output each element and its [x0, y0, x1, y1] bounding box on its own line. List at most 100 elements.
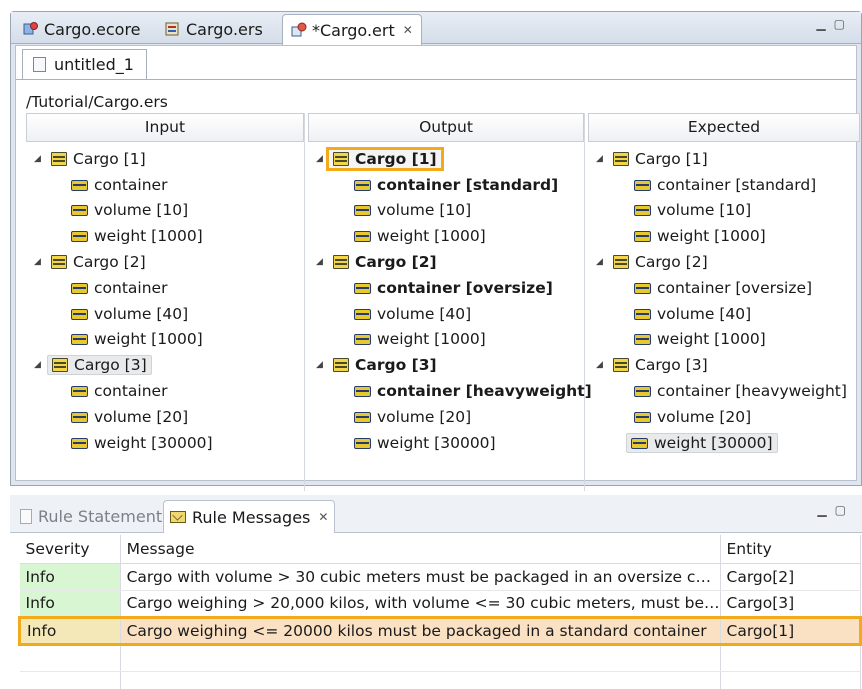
tree-node-attribute[interactable]: volume [20]	[634, 405, 751, 429]
expand-arrow-icon[interactable]: ◢	[34, 360, 46, 370]
tab-cargo-ert[interactable]: *Cargo.ert ✕	[282, 14, 422, 45]
tree-node-attribute[interactable]: weight [1000]	[354, 327, 486, 351]
output-column-header[interactable]: Output	[308, 113, 584, 142]
tree-node-attribute[interactable]: container	[71, 173, 167, 197]
class-icon	[613, 152, 629, 166]
tree-node-attribute[interactable]: weight [30000]	[354, 431, 496, 455]
editor-body: untitled_1 /Tutorial/Cargo.ers Input ◢ Ca…	[15, 45, 860, 491]
tree-node-attribute[interactable]: container [heavyweight]	[634, 379, 847, 403]
maximize-icon[interactable]: ▢	[835, 503, 854, 517]
close-icon[interactable]: ✕	[318, 510, 328, 524]
table-row[interactable]: Info Cargo weighing > 20,000 kilos, with…	[19, 590, 862, 618]
expand-arrow-icon[interactable]: ◢	[596, 154, 608, 164]
tree-node-attribute[interactable]: container [standard]	[354, 173, 558, 197]
tree-node-attribute[interactable]: weight [30000]	[71, 431, 213, 455]
tree-node-attribute[interactable]: container	[71, 379, 167, 403]
tab-rule-statements[interactable]: Rule Statements	[14, 500, 176, 533]
attribute-icon	[71, 230, 88, 242]
attribute-icon	[71, 282, 88, 294]
view-window-controls: ▁▢	[817, 503, 854, 517]
highlighted-node[interactable]: Cargo [1]	[326, 147, 444, 171]
tree-node-attribute[interactable]: volume [10]	[634, 198, 751, 222]
tree-node-cargo[interactable]: ◢ Cargo [2]	[34, 250, 146, 274]
attribute-icon	[71, 204, 88, 216]
expected-column-header[interactable]: Expected	[588, 113, 860, 142]
tree-node-attribute[interactable]: container [heavyweight]	[354, 379, 592, 403]
tree-node-attribute[interactable]: volume [40]	[354, 302, 471, 326]
attribute-icon	[354, 204, 371, 216]
entity-column-header[interactable]: Entity	[720, 535, 862, 564]
attribute-icon	[71, 308, 88, 320]
tree-node-attribute[interactable]: weight [1000]	[634, 327, 766, 351]
minimize-icon[interactable]: ▁	[817, 503, 834, 517]
output-column: Output ◢ Cargo [1] container [standard] v…	[308, 113, 592, 491]
tree-node-attribute[interactable]: container [oversize]	[354, 276, 553, 300]
tree-node-cargo[interactable]: ◢ Cargo [2]	[596, 250, 708, 274]
input-column: Input ◢ Cargo [1] container volume [10] w…	[26, 113, 305, 491]
message-column-header[interactable]: Message	[120, 535, 721, 564]
entity-cell: Cargo[1]	[720, 615, 862, 646]
tree-node-cargo[interactable]: ◢ Cargo [3]	[34, 353, 152, 377]
tab-cargo-ers[interactable]: Cargo.ers	[157, 14, 271, 44]
table-row-selected[interactable]: Info Cargo weighing <= 20000 kilos must …	[18, 615, 862, 646]
expand-arrow-icon[interactable]: ◢	[34, 154, 46, 164]
table-row[interactable]: Info Cargo with volume > 30 cubic meters…	[19, 563, 862, 591]
tree-node-attribute[interactable]: volume [40]	[71, 302, 188, 326]
tab-rule-messages[interactable]: Rule Messages ✕	[163, 500, 336, 533]
tree-node-attribute[interactable]: container	[71, 276, 167, 300]
expected-column: Expected ◢ Cargo [1] container [standard]…	[588, 113, 860, 491]
tree-node-cargo[interactable]: ◢ Cargo [1]	[596, 147, 708, 171]
expand-arrow-icon[interactable]: ◢	[596, 360, 608, 370]
tab-cargo-ecore[interactable]: Cargo.ecore	[15, 14, 149, 44]
tree-node-attribute[interactable]: volume [10]	[71, 198, 188, 222]
class-icon	[333, 152, 349, 166]
tree-node-cargo[interactable]: ◢ Cargo [3]	[596, 353, 708, 377]
attribute-icon	[71, 333, 88, 345]
document-icon	[20, 509, 32, 524]
class-icon	[52, 358, 68, 372]
attribute-icon	[354, 308, 371, 320]
severity-column-header[interactable]: Severity	[19, 535, 121, 564]
tree-node-cargo[interactable]: ◢ Cargo [3]	[316, 353, 437, 377]
tree-node-attribute[interactable]: container [oversize]	[634, 276, 812, 300]
class-icon	[613, 255, 629, 269]
selected-node[interactable]: Cargo [3]	[47, 355, 152, 375]
tree-node-attribute[interactable]: volume [10]	[354, 198, 471, 222]
editor-area: Cargo.ecore Cargo.ers *Cargo.ert ✕ ▁▢ un…	[10, 11, 862, 491]
expand-arrow-icon[interactable]: ◢	[316, 154, 328, 164]
tree-node-cargo[interactable]: ◢ Cargo [2]	[316, 250, 437, 274]
test-columns: Input ◢ Cargo [1] container volume [10] w…	[26, 113, 860, 491]
selected-node[interactable]: weight [30000]	[626, 433, 778, 453]
message-cell: Cargo weighing > 20,000 kilos, with volu…	[120, 590, 721, 618]
expand-arrow-icon[interactable]: ◢	[596, 257, 608, 267]
severity-cell: Info	[19, 590, 121, 618]
expand-arrow-icon[interactable]: ◢	[316, 360, 328, 370]
tree-node-cargo[interactable]: ◢ Cargo [1]	[34, 147, 146, 171]
class-icon	[51, 255, 67, 269]
class-icon	[333, 358, 349, 372]
tab-untitled-1[interactable]: untitled_1	[22, 49, 147, 79]
tree-node-attribute[interactable]: volume [40]	[634, 302, 751, 326]
tree-node-cargo[interactable]: ◢ Cargo [1]	[316, 147, 444, 171]
attribute-icon	[634, 308, 651, 320]
tree-node-attribute[interactable]: weight [1000]	[71, 327, 203, 351]
minimize-icon[interactable]: ▁	[816, 17, 833, 31]
message-cell: Cargo with volume > 30 cubic meters must…	[120, 563, 721, 591]
tree-node-attribute[interactable]: volume [20]	[354, 405, 471, 429]
maximize-icon[interactable]: ▢	[834, 17, 853, 31]
tree-node-attribute[interactable]: weight [30000]	[626, 431, 778, 455]
tree-node-attribute[interactable]: volume [20]	[71, 405, 188, 429]
expand-arrow-icon[interactable]: ◢	[316, 257, 328, 267]
document-icon	[33, 57, 46, 72]
attribute-icon	[71, 179, 88, 191]
tree-node-attribute[interactable]: weight [1000]	[354, 224, 486, 248]
input-column-header[interactable]: Input	[26, 113, 304, 142]
tree-node-attribute[interactable]: container [standard]	[634, 173, 816, 197]
attribute-icon	[354, 282, 371, 294]
ecore-icon	[23, 21, 39, 37]
tree-node-attribute[interactable]: weight [1000]	[71, 224, 203, 248]
expand-arrow-icon[interactable]: ◢	[34, 257, 46, 267]
tree-node-attribute[interactable]: weight [1000]	[634, 224, 766, 248]
close-icon[interactable]: ✕	[403, 23, 413, 37]
table-row-empty	[19, 671, 862, 689]
